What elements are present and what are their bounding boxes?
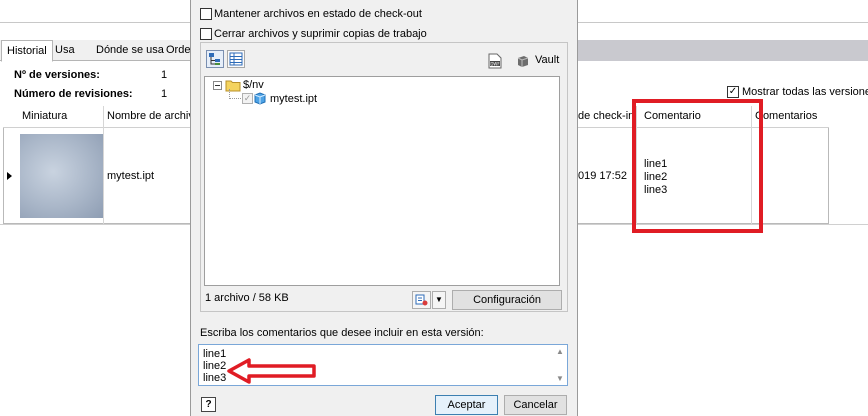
accept-button[interactable]: Aceptar — [435, 395, 498, 415]
tab-donde-se-usa[interactable]: Dónde se usa — [91, 40, 169, 61]
svg-text:DWF: DWF — [490, 61, 500, 66]
tree-root-label[interactable]: $/nv — [243, 79, 264, 91]
vault-label[interactable]: Vault — [535, 54, 559, 66]
keep-checked-out-checkbox[interactable] — [200, 8, 212, 20]
part-file-icon — [254, 92, 266, 108]
versions-count-label: Nº de versiones: — [14, 69, 100, 81]
close-files-checkbox[interactable] — [200, 28, 212, 40]
revisions-count-label: Número de revisiones: — [14, 88, 133, 100]
collapse-icon[interactable] — [213, 81, 222, 93]
tab-strip-fill — [568, 40, 868, 61]
tab-usa[interactable]: Usa — [50, 40, 80, 61]
tree-connector — [229, 89, 241, 99]
configuration-button[interactable]: Configuración — [452, 290, 562, 310]
cancel-button[interactable]: Cancelar — [504, 395, 567, 415]
list-view-button[interactable] — [227, 50, 245, 68]
settings-list-icon — [415, 294, 428, 306]
tree-view-button[interactable] — [206, 50, 224, 68]
tree-file-label[interactable]: mytest.ipt — [270, 93, 317, 105]
arrow-icon — [227, 358, 316, 384]
row-file-name: mytest.ipt — [107, 170, 155, 182]
dwf-icon[interactable]: DWF — [488, 53, 502, 72]
chevron-down-icon: ▼ — [435, 295, 443, 304]
column-header-name[interactable]: Nombre de archiv — [107, 110, 194, 122]
options-dropdown-button[interactable]: ▼ — [432, 291, 446, 309]
show-all-versions-label: Mostrar todas las versiones — [742, 86, 868, 98]
column-header-comments[interactable]: Comentarios — [755, 110, 817, 122]
options-button[interactable] — [412, 291, 431, 309]
row-pointer-icon — [7, 172, 12, 180]
show-all-versions-checkbox[interactable]: ✓ — [727, 86, 739, 98]
scroll-up-icon[interactable]: ▲ — [555, 347, 565, 356]
help-icon[interactable]: ? — [201, 397, 216, 412]
comment-text-line: line1 — [203, 348, 227, 360]
versions-count-value: 1 — [161, 69, 168, 81]
column-header-thumbnail[interactable]: Miniatura — [22, 110, 67, 122]
row-checkin-date: 019 17:52 — [578, 170, 627, 182]
comment-text-line: line2 — [203, 360, 227, 372]
tree-view-icon — [209, 53, 220, 65]
keep-checked-out-label: Mantener archivos en estado de check-out — [214, 8, 422, 20]
file-summary: 1 archivo / 58 KB — [205, 292, 289, 304]
item-checkbox[interactable]: ✓ — [242, 93, 253, 104]
revisions-count-value: 1 — [161, 88, 168, 100]
list-view-icon — [229, 52, 243, 66]
comment-text-line: line3 — [203, 372, 227, 384]
scroll-down-icon[interactable]: ▼ — [555, 374, 565, 383]
file-thumbnail — [20, 134, 103, 218]
column-separator — [103, 106, 104, 224]
tab-historial[interactable]: Historial — [1, 40, 53, 62]
vault-icon[interactable] — [516, 54, 530, 71]
column-header-checkin[interactable]: de check-in — [578, 110, 634, 122]
comment-prompt: Escriba los comentarios que desee inclui… — [200, 327, 484, 339]
close-files-label: Cerrar archivos y suprimir copias de tra… — [214, 28, 427, 40]
highlight-box — [632, 99, 763, 233]
